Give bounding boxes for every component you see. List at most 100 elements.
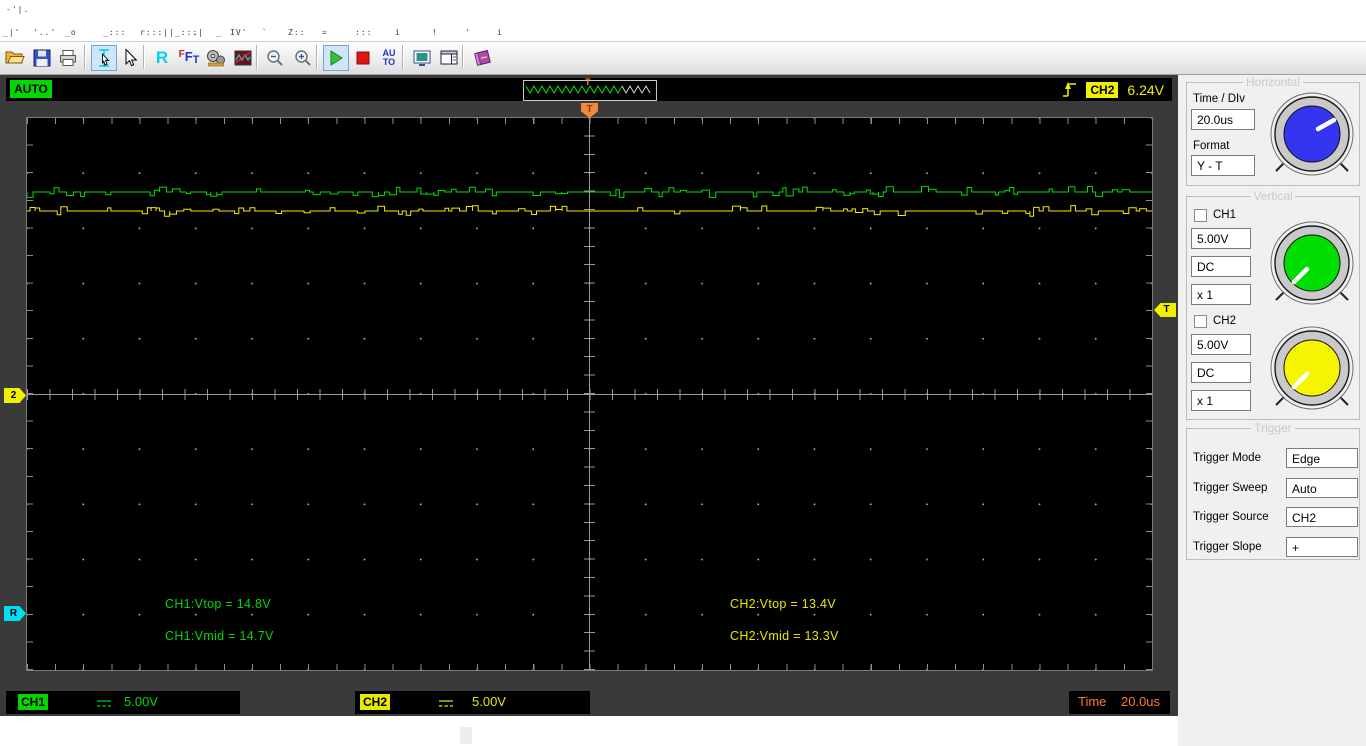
trigger-level-readout: 6.24V xyxy=(1127,81,1164,98)
ch1-vtop-measurement: CH1:Vtop = 14.8V xyxy=(165,597,271,611)
trigger-mode-label: Trigger Mode xyxy=(1193,452,1261,464)
trigger-slope-label: Trigger Slope xyxy=(1193,541,1262,553)
window-layout-button[interactable] xyxy=(436,45,462,71)
open-button[interactable] xyxy=(2,45,28,71)
scope-application-area: AUTO T CH2 6.24V CH1:Vtop = 14.8V CH1:Vm… xyxy=(0,75,1178,716)
pointer-button[interactable] xyxy=(117,45,143,71)
format-label: Format xyxy=(1193,140,1230,152)
ref-position-marker[interactable]: R xyxy=(4,606,26,621)
trigger-source-select[interactable]: CH2 xyxy=(1286,507,1358,527)
ch2-label: CH2 xyxy=(1213,315,1237,327)
fft-button[interactable]: FFT xyxy=(176,45,202,71)
bottom-strip-mark xyxy=(460,727,472,744)
menu-item[interactable]: i xyxy=(497,28,503,37)
menu-item[interactable]: i xyxy=(395,28,401,37)
toolbar-separator xyxy=(316,45,317,69)
dc-coupling-icon xyxy=(439,700,453,707)
toolbar-separator xyxy=(402,45,403,69)
auto-setup-button[interactable]: AU TO xyxy=(376,45,402,71)
zoom-in-button[interactable] xyxy=(290,45,316,71)
menu-item[interactable]: '..' xyxy=(33,28,56,37)
menu-item[interactable]: ` xyxy=(262,28,268,37)
menu-item[interactable]: Z:: xyxy=(288,28,305,37)
menu-item[interactable]: IV' xyxy=(230,28,247,37)
save-button[interactable] xyxy=(29,45,55,71)
menu-item[interactable]: = xyxy=(322,28,328,37)
menu-item[interactable]: ! xyxy=(432,28,438,37)
trigger-sweep-label: Trigger Sweep xyxy=(1193,482,1268,494)
titlebar-glyphs: -'|. xyxy=(6,5,30,14)
control-panel: Horizontal Time / DIv 20.0us Format Y - … xyxy=(1178,75,1366,746)
waveform-image-icon xyxy=(234,50,252,66)
menu-item[interactable]: _o xyxy=(65,28,77,37)
stop-icon xyxy=(356,51,370,65)
zoom-in-icon xyxy=(295,50,311,66)
ch1-vmid-measurement: CH1:Vmid = 14.7V xyxy=(165,629,274,643)
help-button[interactable] xyxy=(469,45,495,71)
scope-screen[interactable]: CH1:Vtop = 14.8V CH1:Vmid = 14.7V CH2:Vt… xyxy=(27,118,1152,670)
toolbar-separator xyxy=(84,45,85,69)
pointer-icon xyxy=(125,48,138,67)
waveform-preview[interactable]: T xyxy=(523,77,657,101)
refresh-button[interactable]: R xyxy=(149,45,175,71)
time-div-label: Time / DIv xyxy=(1193,93,1245,105)
ch1-position-knob[interactable] xyxy=(1269,220,1355,306)
stop-button[interactable] xyxy=(350,45,376,71)
record-button[interactable] xyxy=(203,45,229,71)
run-button[interactable] xyxy=(323,45,349,71)
ch2-position-marker[interactable]: 2 xyxy=(4,388,26,403)
ch1-status-box: CH1 5.00V xyxy=(6,691,240,714)
horizontal-group: Horizontal Time / DIv 20.0us Format Y - … xyxy=(1186,75,1360,186)
toolbar-separator xyxy=(462,45,463,69)
zoom-out-button[interactable] xyxy=(262,45,288,71)
trigger-mode-select[interactable]: Edge xyxy=(1286,448,1358,468)
trigger-group-legend: Trigger xyxy=(1251,421,1295,435)
ch1-coupling-select[interactable]: DC xyxy=(1191,256,1251,277)
ch1-probe-select[interactable]: x 1 xyxy=(1191,284,1251,305)
menu-item[interactable]: _::: xyxy=(103,28,126,37)
time-value-readout: 20.0us xyxy=(1121,694,1161,709)
format-select[interactable]: Y - T xyxy=(1191,155,1255,176)
ch2-position-knob[interactable] xyxy=(1269,325,1355,411)
cursor-tool-button[interactable] xyxy=(91,45,117,71)
refresh-r-icon: R xyxy=(155,48,169,67)
time-div-select[interactable]: 20.0us xyxy=(1191,109,1255,130)
auto-setup-icon: AU TO xyxy=(382,48,396,67)
menu-item[interactable]: _ xyxy=(216,28,222,37)
trigger-time-marker[interactable]: T xyxy=(581,103,598,118)
save-icon xyxy=(33,49,51,67)
toolbar-separator xyxy=(256,45,257,69)
ch2-volts-div-select[interactable]: 5.00V xyxy=(1191,334,1251,355)
fullscreen-button[interactable] xyxy=(409,45,435,71)
ch2-vtop-measurement: CH2:Vtop = 13.4V xyxy=(730,597,836,611)
menu-item[interactable]: . xyxy=(193,28,199,37)
preview-trigger-marker: T xyxy=(585,77,591,87)
toolbar-separator xyxy=(143,45,144,69)
ch2-coupling-select[interactable]: DC xyxy=(1191,362,1251,383)
toolbar: R FFT AU TO xyxy=(0,42,1366,75)
trigger-source-label: Trigger Source xyxy=(1193,511,1269,523)
trigger-level-marker[interactable]: T xyxy=(1154,303,1176,317)
dc-coupling-icon xyxy=(97,700,111,707)
film-icon xyxy=(207,50,225,67)
ch2-status-box: CH2 5.00V xyxy=(355,691,590,714)
ch1-volts-div-select[interactable]: 5.00V xyxy=(1191,228,1251,249)
waveform-capture-button[interactable] xyxy=(230,45,256,71)
ch2-volts-div-readout: 5.00V xyxy=(472,694,506,709)
window-layout-icon xyxy=(440,50,458,65)
ch2-badge: CH2 xyxy=(360,694,391,710)
timebase-knob[interactable] xyxy=(1269,91,1355,177)
ch1-volts-div-readout: 5.00V xyxy=(124,694,158,709)
print-button[interactable] xyxy=(55,45,81,71)
ch2-enable-checkbox[interactable] xyxy=(1194,315,1207,328)
ch1-badge: CH1 xyxy=(18,694,49,710)
ch1-enable-checkbox[interactable] xyxy=(1194,209,1207,222)
menu-item[interactable]: _|' xyxy=(3,28,20,37)
trigger-sweep-select[interactable]: Auto xyxy=(1286,478,1358,498)
trigger-slope-select[interactable]: + xyxy=(1286,537,1358,557)
menu-item[interactable]: ' xyxy=(465,28,471,37)
ch2-probe-select[interactable]: x 1 xyxy=(1191,390,1251,411)
open-folder-icon xyxy=(5,51,25,64)
horizontal-group-legend: Horizontal xyxy=(1242,75,1304,89)
menu-item[interactable]: ::: xyxy=(355,28,372,37)
